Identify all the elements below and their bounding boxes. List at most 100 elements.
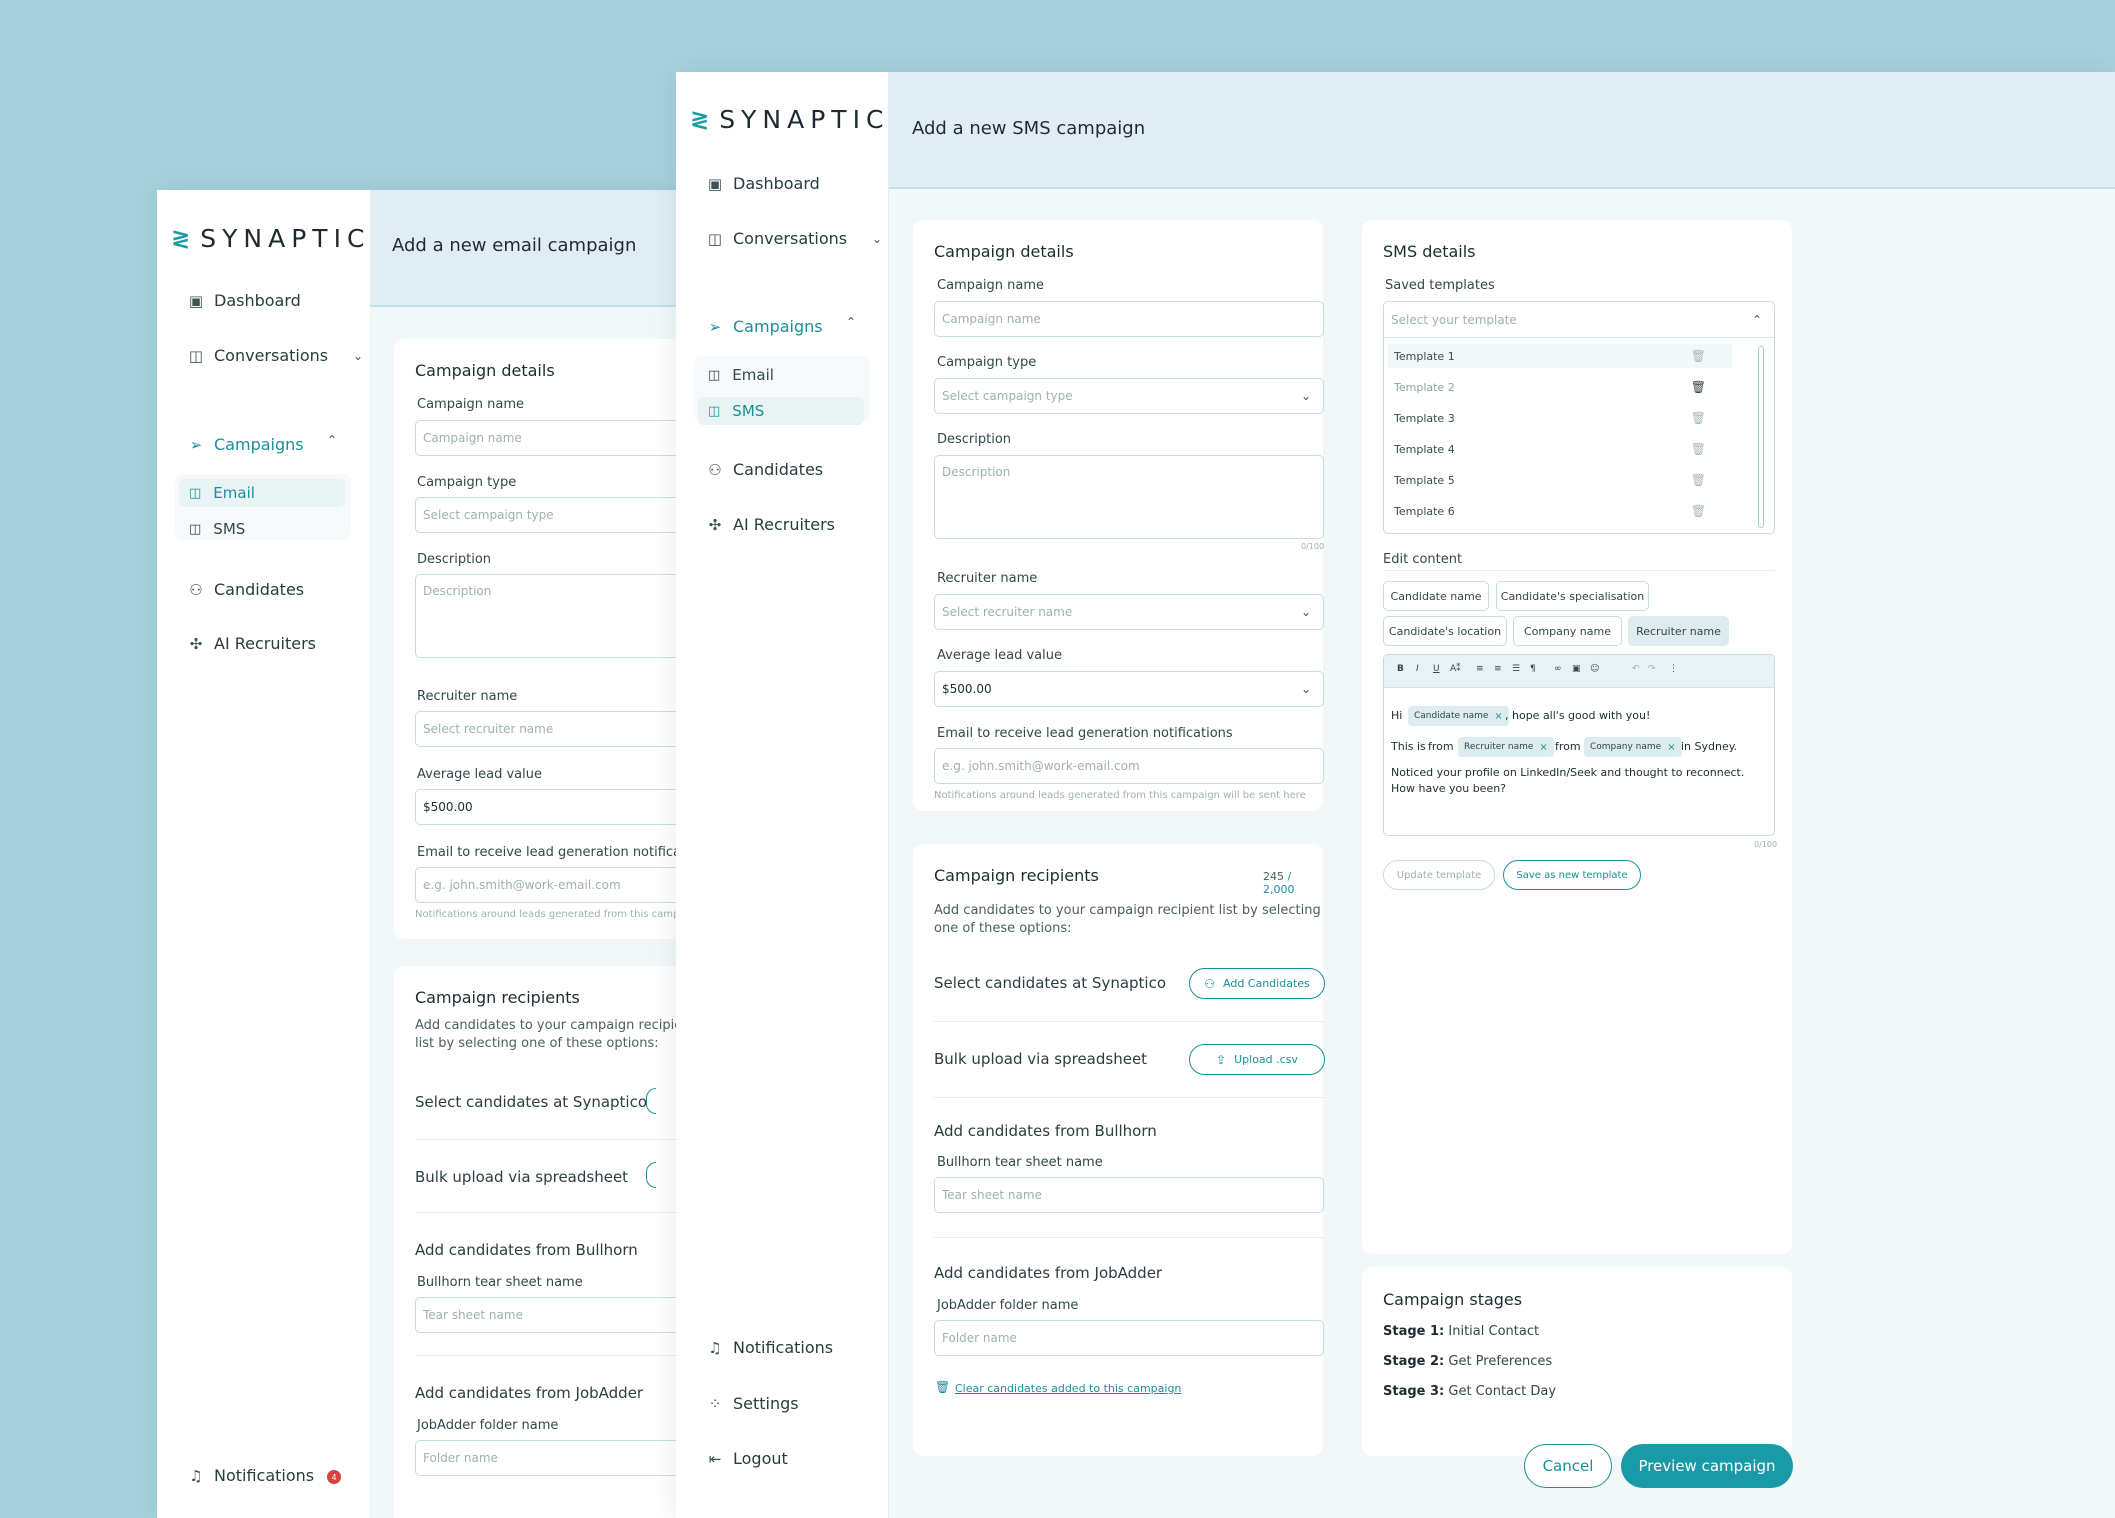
editor-text-hi: Hi <box>1391 709 1403 722</box>
chip-company-name[interactable]: Company name <box>1513 616 1622 646</box>
clear-candidates-link[interactable]: Clear candidates added to this campaign <box>955 1382 1181 1395</box>
align-left-icon[interactable]: ≡ <box>1476 664 1484 674</box>
add-candidates-button[interactable] <box>646 1088 656 1114</box>
upload-csv-button[interactable]: ⇪ Upload .csv <box>1189 1044 1325 1075</box>
nav-campaigns[interactable]: ➢ Campaigns ⌃ <box>704 315 864 336</box>
bullhorn-label: Bullhorn tear sheet name <box>937 1155 1103 1170</box>
align-center-icon[interactable]: ≡ <box>1494 664 1502 674</box>
bullet-list-icon[interactable]: ☰ <box>1512 664 1520 674</box>
chip-candidate-specialisation[interactable]: Candidate's specialisation <box>1496 581 1649 611</box>
lead-value-select[interactable]: $500.00 <box>415 789 677 825</box>
nav-conversations[interactable]: ◫ Conversations ⌄ <box>185 346 363 365</box>
underline-icon[interactable]: U <box>1433 664 1440 674</box>
paragraph-icon[interactable]: ¶ <box>1530 664 1536 674</box>
nav-ai-recruiters[interactable]: ✣ AI Recruiters <box>185 634 316 653</box>
preview-campaign-button[interactable]: Preview campaign <box>1621 1444 1793 1488</box>
nav-ai-recruiters[interactable]: ✣ AI Recruiters <box>704 515 835 534</box>
template-option[interactable]: Template 6 🗑 <box>1388 499 1732 523</box>
campaign-name-input[interactable]: Campaign name <box>415 420 677 456</box>
campaign-name-input[interactable]: Campaign name <box>934 301 1324 337</box>
trash-icon[interactable]: 🗑 <box>1691 473 1706 487</box>
nav-settings[interactable]: ⁘ Settings <box>704 1394 799 1413</box>
nav-candidates[interactable]: ⚇ Candidates <box>185 580 304 599</box>
bullhorn-input[interactable]: Tear sheet name <box>415 1297 677 1333</box>
emoji-icon[interactable]: ☺ <box>1590 664 1599 674</box>
remove-tag-icon[interactable]: × <box>1494 711 1502 722</box>
save-template-button[interactable]: Save as new template <box>1503 860 1641 890</box>
trash-icon[interactable]: 🗑 <box>1691 504 1706 518</box>
recruiter-select[interactable]: Select recruiter name ⌄ <box>934 594 1324 630</box>
nav-campaigns[interactable]: ➢ Campaigns ⌃ <box>185 433 345 454</box>
template-option[interactable]: Template 3 🗑 <box>1388 406 1732 430</box>
template-option[interactable]: Template 5 🗑 <box>1388 468 1732 492</box>
nav-conversations[interactable]: ◫ Conversations ⌄ <box>704 229 882 248</box>
nav-logout[interactable]: ⇤ Logout <box>704 1449 788 1468</box>
email-notify-input[interactable]: e.g. john.smith@work-email.com <box>415 867 677 903</box>
trash-icon[interactable]: 🗑 <box>1691 349 1706 363</box>
image-icon[interactable]: ▣ <box>1572 664 1581 674</box>
redo-icon[interactable]: ↷ <box>1648 664 1656 674</box>
sms-header: Add a new SMS campaign <box>889 72 2115 189</box>
template-scrollbar[interactable] <box>1758 346 1764 528</box>
nav-notifications[interactable]: ♫ Notifications <box>185 1466 314 1485</box>
email-notify-input[interactable]: e.g. john.smith@work-email.com <box>934 748 1324 784</box>
trash-icon[interactable]: 🗑 <box>1691 411 1706 425</box>
remove-tag-icon[interactable]: × <box>1539 742 1547 753</box>
template-dropdown[interactable]: Select your template ⌃ Template 1 🗑 Templ… <box>1383 301 1775 534</box>
add-candidates-label: Add Candidates <box>1223 977 1310 990</box>
tag-candidate-name[interactable]: Candidate name × <box>1408 706 1509 726</box>
bold-icon[interactable]: B <box>1397 664 1404 674</box>
template-option[interactable]: Template 1 🗑 <box>1388 344 1732 368</box>
jobadder-input[interactable]: Folder name <box>415 1440 677 1476</box>
nav-notifications[interactable]: ♫ Notifications <box>704 1338 833 1357</box>
upload-csv-button[interactable] <box>646 1162 656 1188</box>
nav-email[interactable]: ◫ Email <box>698 361 864 389</box>
template-select[interactable]: Select your template ⌃ <box>1384 302 1774 338</box>
bell-icon: ♫ <box>708 1338 722 1357</box>
nav-dashboard[interactable]: ▣ Dashboard <box>185 291 301 310</box>
remove-tag-icon[interactable]: × <box>1667 742 1675 753</box>
nav-sms[interactable]: ◫ SMS <box>179 515 345 543</box>
bullhorn-heading: Add candidates from Bullhorn <box>934 1122 1157 1140</box>
undo-icon[interactable]: ↶ <box>1632 664 1640 674</box>
chip-candidate-location[interactable]: Candidate's location <box>1383 616 1507 646</box>
lead-value-label: Average lead value <box>937 648 1062 663</box>
tag-company-name[interactable]: Company name × <box>1584 737 1682 757</box>
campaign-type-select[interactable]: Select campaign type ⌄ <box>934 378 1324 414</box>
update-template-button[interactable]: Update template <box>1383 860 1495 890</box>
upload-csv-label: Upload .csv <box>1234 1053 1298 1066</box>
cancel-button[interactable]: Cancel <box>1524 1444 1612 1488</box>
divider <box>415 1355 677 1356</box>
lead-value-select[interactable]: $500.00 ⌄ <box>934 671 1324 707</box>
link-icon[interactable]: ∞ <box>1554 664 1562 674</box>
description-textarea[interactable]: Description <box>415 574 677 658</box>
italic-icon[interactable]: I <box>1416 664 1419 674</box>
trash-icon[interactable]: 🗑 <box>1691 442 1706 456</box>
recruiter-select[interactable]: Select recruiter name <box>415 711 677 747</box>
jobadder-heading: Add candidates from JobAdder <box>934 1264 1163 1282</box>
add-candidates-button[interactable]: ⚇ Add Candidates <box>1189 968 1325 999</box>
chevron-down-icon: ⌄ <box>353 348 364 363</box>
font-size-icon[interactable]: A⁑ <box>1450 664 1461 674</box>
tag-recruiter-name[interactable]: Recruiter name × <box>1458 737 1554 757</box>
chip-recruiter-name[interactable]: Recruiter name <box>1628 616 1729 646</box>
sms-content-editor[interactable]: B I U A⁑ ≡ ≡ ☰ ¶ ∞ ▣ ☺ ↶ ↷ ⋮ Hi Candidat… <box>1383 654 1775 836</box>
trash-icon[interactable]: 🗑 <box>1691 380 1706 394</box>
section-title: Campaign details <box>934 242 1074 261</box>
template-option[interactable]: Template 4 🗑 <box>1388 437 1732 461</box>
description-textarea[interactable]: Description <box>934 455 1324 539</box>
description-label: Description <box>417 552 492 567</box>
chip-candidate-name[interactable]: Candidate name <box>1383 581 1489 611</box>
nav-dashboard[interactable]: ▣ Dashboard <box>704 174 820 193</box>
nav-email[interactable]: ◫ Email <box>179 479 345 507</box>
bullhorn-input[interactable]: Tear sheet name <box>934 1177 1324 1213</box>
more-icon[interactable]: ⋮ <box>1669 664 1678 674</box>
people-icon: ⚇ <box>708 460 722 479</box>
nav-candidates[interactable]: ⚇ Candidates <box>704 460 823 479</box>
nav-sms[interactable]: ◫ SMS <box>698 397 864 425</box>
jobadder-label: JobAdder folder name <box>417 1418 559 1433</box>
jobadder-input[interactable]: Folder name <box>934 1320 1324 1356</box>
template-option[interactable]: Template 2 🗑 <box>1388 375 1732 399</box>
recipients-description: Add candidates to your campaign recipien… <box>934 903 1321 936</box>
campaign-type-select[interactable]: Select campaign type <box>415 497 677 533</box>
